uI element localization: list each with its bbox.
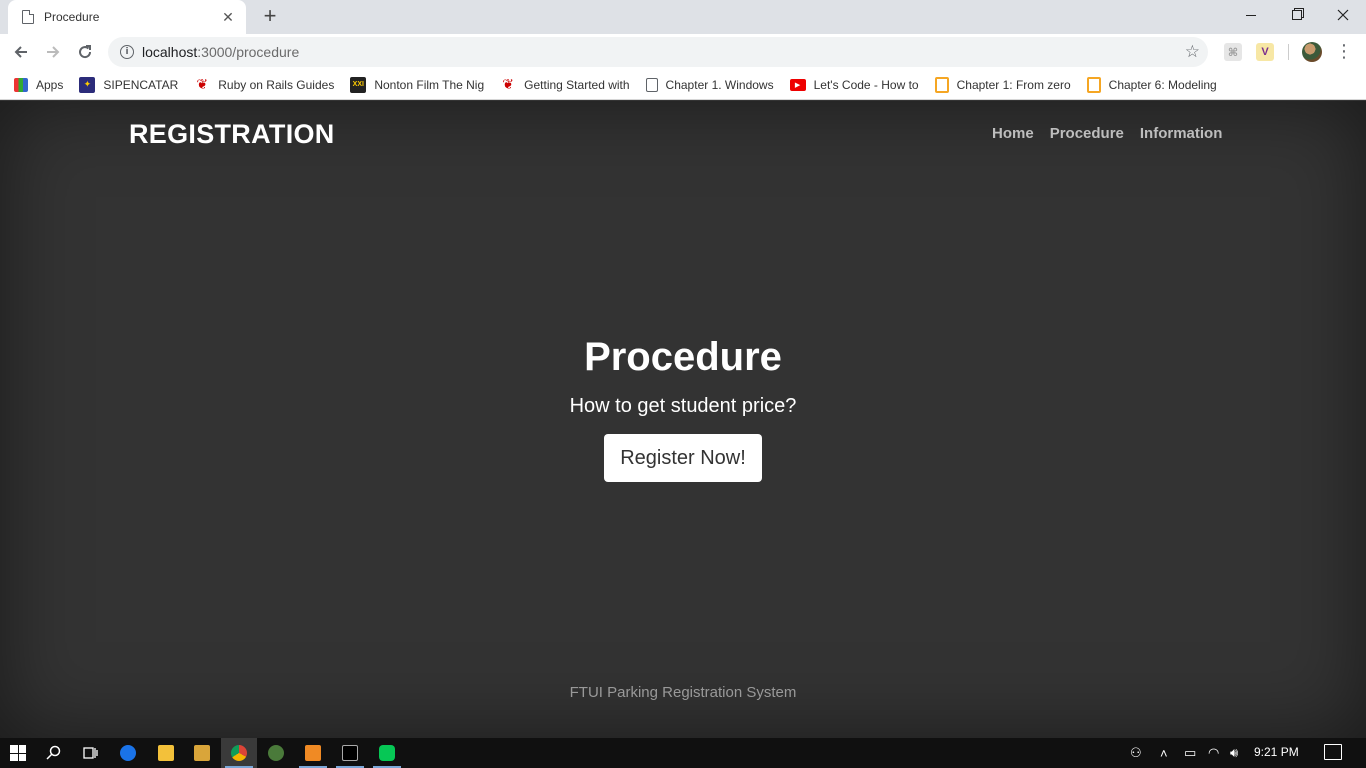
battery-icon[interactable]: ▭	[1184, 738, 1196, 768]
bookmark-label: Chapter 1. Windows	[665, 77, 774, 92]
bookmark-label: Apps	[36, 77, 64, 92]
page-title: Procedure	[584, 335, 782, 379]
bookmark-label: Getting Started with	[524, 77, 630, 92]
taskbar-dosbox[interactable]	[184, 738, 220, 768]
clock[interactable]: 9:21 PM	[1254, 745, 1299, 759]
bookmark-label: Chapter 6: Modeling	[1108, 77, 1217, 92]
minimize-icon	[1246, 14, 1256, 16]
bookmark-nonton-film[interactable]: XXI Nonton Film The Nig	[350, 76, 485, 93]
close-icon	[1337, 9, 1349, 21]
browser-toolbar: i localhost:3000/procedure ☆ ⌘ V ⋮	[0, 34, 1366, 70]
taskbar-cmd[interactable]	[332, 738, 368, 768]
arrow-left-icon	[14, 46, 27, 58]
rails-icon: ❦	[196, 76, 209, 92]
sublime-icon	[305, 745, 321, 761]
restore-button[interactable]	[1274, 0, 1320, 30]
taskbar-chrome[interactable]	[221, 738, 257, 768]
vimium-extension-icon[interactable]: V	[1256, 43, 1274, 61]
close-tab-icon[interactable]: ✕	[220, 9, 236, 26]
url-path: :3000/procedure	[197, 44, 300, 60]
pdf-extension-icon[interactable]: ⌘	[1224, 43, 1242, 61]
people-icon[interactable]: ⚇	[1130, 738, 1142, 768]
bookmark-modeling[interactable]: Chapter 6: Modeling	[1086, 76, 1217, 93]
register-now-button[interactable]: Register Now!	[604, 434, 762, 482]
show-hidden-icons-icon[interactable]: ˄	[1160, 738, 1168, 768]
tab-strip: Procedure ✕ +	[0, 0, 1366, 34]
bookmark-chapter1-windows[interactable]: Chapter 1. Windows	[645, 77, 774, 92]
notification-icon[interactable]	[1324, 744, 1342, 760]
reload-icon	[79, 45, 92, 59]
forward-button[interactable]	[40, 39, 66, 65]
site-nav: Home Procedure Information	[992, 125, 1222, 142]
line-icon	[379, 745, 395, 761]
toolbar-divider	[1288, 44, 1289, 60]
taskbar-file-explorer[interactable]	[148, 738, 184, 768]
bookmark-apps[interactable]: Apps	[14, 77, 64, 92]
bookmark-star-icon[interactable]: ☆	[1185, 42, 1200, 62]
bookmark-from-zero[interactable]: Chapter 1: From zero	[934, 76, 1071, 93]
new-tab-button[interactable]: +	[258, 4, 282, 28]
hero: Procedure How to get student price? Regi…	[0, 335, 1366, 482]
task-view-icon	[83, 747, 98, 759]
bookmark-label: Nonton Film The Nig	[374, 77, 485, 92]
nav-information[interactable]: Information	[1140, 125, 1223, 142]
taskbar-line[interactable]	[369, 738, 405, 768]
wifi-icon[interactable]: ◠	[1208, 738, 1219, 768]
sipencatar-icon: ✦	[79, 76, 96, 93]
chrome-icon	[231, 745, 247, 761]
back-button[interactable]	[8, 39, 34, 65]
search-icon	[46, 745, 61, 760]
menu-icon[interactable]: ⋮	[1334, 42, 1354, 62]
rails-icon: ❦	[502, 76, 515, 92]
browser-tab[interactable]: Procedure ✕	[8, 0, 246, 34]
bookmark-sipencatar[interactable]: ✦ SIPENCATAR	[79, 76, 179, 93]
bookmark-lets-code[interactable]: ▶ Let's Code - How to	[789, 77, 919, 92]
url-host: localhost	[142, 44, 198, 60]
volume-icon[interactable]: 🔊︎	[1230, 738, 1238, 768]
dosbox-icon	[194, 745, 210, 761]
terminal-icon	[342, 745, 358, 761]
bookmark-label: Let's Code - How to	[813, 77, 919, 92]
start-button[interactable]	[0, 738, 36, 768]
bookmark-getting-started[interactable]: ❦ Getting Started with	[500, 76, 630, 93]
page-content: REGISTRATION Home Procedure Information …	[0, 101, 1366, 738]
page-icon	[22, 10, 34, 24]
task-view-button[interactable]	[72, 738, 108, 768]
arrow-right-icon	[47, 46, 60, 58]
minimize-button[interactable]	[1228, 0, 1274, 30]
taskbar: ⚇ ˄ ▭ ◠ 🔊︎ 9:21 PM	[0, 738, 1366, 768]
close-window-button[interactable]	[1320, 0, 1366, 30]
site-brand[interactable]: REGISTRATION	[129, 119, 335, 150]
site-footer: FTUI Parking Registration System	[569, 684, 797, 701]
windows-icon	[10, 745, 26, 761]
info-icon[interactable]: i	[120, 45, 134, 59]
app-icon	[268, 745, 284, 761]
folder-icon	[158, 745, 174, 761]
youtube-icon: ▶	[789, 78, 806, 91]
taskbar-sublime[interactable]	[295, 738, 331, 768]
opera-icon	[1086, 76, 1101, 93]
apps-icon	[14, 77, 28, 92]
restore-icon	[1292, 10, 1302, 20]
bookmark-label: Chapter 1: From zero	[956, 77, 1071, 92]
bookmark-label: Ruby on Rails Guides	[218, 77, 335, 92]
opera-icon	[934, 76, 949, 93]
hero-subtitle: How to get student price?	[569, 395, 797, 417]
nav-home[interactable]: Home	[992, 125, 1034, 142]
tab-title: Procedure	[44, 10, 100, 24]
nav-procedure[interactable]: Procedure	[1050, 125, 1124, 142]
profile-avatar[interactable]	[1302, 42, 1322, 62]
taskbar-app[interactable]	[258, 738, 294, 768]
taskbar-edge[interactable]	[110, 738, 146, 768]
page-icon	[645, 77, 658, 92]
bookmark-rails-guides[interactable]: ❦ Ruby on Rails Guides	[194, 76, 335, 93]
search-button[interactable]	[36, 738, 72, 768]
reload-button[interactable]	[72, 39, 98, 65]
edge-icon	[120, 745, 136, 761]
xxi-icon: XXI	[350, 76, 367, 93]
bookmark-label: SIPENCATAR	[103, 77, 179, 92]
bookmarks-bar: Apps ✦ SIPENCATAR ❦ Ruby on Rails Guides X…	[0, 70, 1366, 100]
address-bar[interactable]: i localhost:3000/procedure ☆	[108, 37, 1208, 67]
